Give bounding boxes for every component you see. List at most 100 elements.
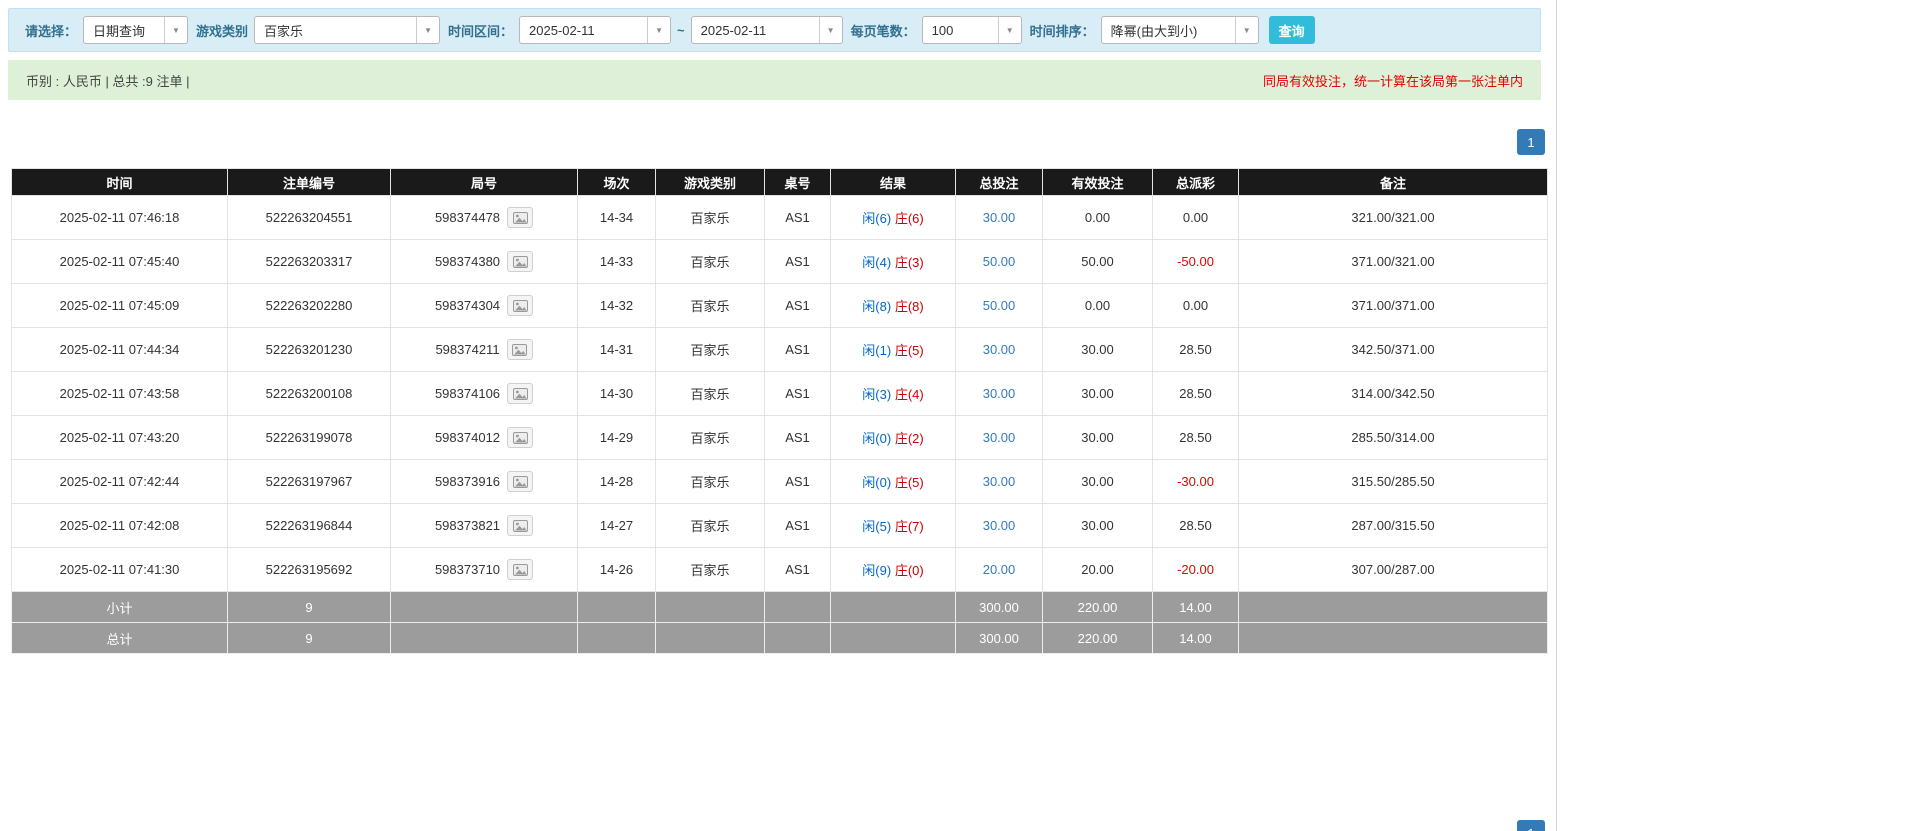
bet-records-table: 时间 注单编号 局号 场次 游戏类别 桌号 结果 总投注 有效投注 总派彩 备注 2025-02-1… [11, 168, 1548, 654]
column-header: 注单编号 [227, 168, 391, 196]
pagination-page-1-top[interactable]: 1 [1517, 129, 1545, 155]
view-round-result-button[interactable] [507, 251, 534, 272]
query-button[interactable]: 查询 [1268, 16, 1315, 44]
table-body: 2025-02-11 07:46:18 522263204551 598374478… [11, 195, 1548, 654]
game-record-image-icon [512, 475, 528, 488]
view-round-result-button[interactable] [507, 383, 534, 404]
column-header: 时间 [11, 168, 228, 196]
date-to-select[interactable]: 2025-02-11 ▼ [690, 16, 843, 44]
cell-result: 闲(9) 庄(0) [830, 547, 956, 592]
bet-record-row: 2025-02-11 07:45:09 522263202280 598374304… [11, 283, 1548, 328]
cell-round-id: 598374012 [390, 415, 578, 460]
cell-game-type: 百家乐 [655, 283, 765, 328]
total-bet-link[interactable]: 30.00 [983, 342, 1016, 357]
chevron-down-icon: ▼ [164, 17, 187, 43]
date-to-value: 2025-02-11 [700, 22, 767, 38]
game-type-select[interactable]: 百家乐 ▼ [254, 16, 441, 44]
pagination-page-1-bottom[interactable]: 1 [1517, 820, 1545, 831]
total-bet-link[interactable]: 30.00 [983, 210, 1016, 225]
result-banker: 庄(0) [894, 563, 924, 578]
cell-time: 2025-02-11 07:43:20 [11, 415, 228, 460]
per-page-select[interactable]: 100 ▼ [921, 16, 1022, 44]
footer-payout: 14.00 [1152, 622, 1239, 654]
cell-valid-bet: 30.00 [1042, 327, 1153, 372]
filter-bar: 请选择： 日期查询 ▼ 游戏类别 百家乐 ▼ 时间区间： 2025-02-11 … [8, 8, 1541, 52]
view-round-result-button[interactable] [507, 207, 534, 228]
cell-round-id: 598374106 [390, 371, 578, 416]
cell-table-no: AS1 [764, 195, 831, 240]
cell-payout: -30.00 [1152, 459, 1239, 504]
footer-total-bet: 300.00 [955, 622, 1043, 654]
cell-remark: 371.00/371.00 [1238, 283, 1548, 328]
cell-valid-bet: 50.00 [1042, 239, 1153, 284]
cell-valid-bet: 0.00 [1042, 283, 1153, 328]
cell-payout: 28.50 [1152, 371, 1239, 416]
view-round-result-button[interactable] [507, 427, 534, 448]
same-round-notice: 同局有效投注，统一计算在该局第一张注单内 [1262, 73, 1523, 89]
view-round-result-button[interactable] [507, 295, 534, 316]
cell-round-id: 598374211 [390, 327, 578, 372]
cell-table-no: AS1 [764, 327, 831, 372]
result-player: 闲(5) [862, 519, 892, 534]
cell-result: 闲(3) 庄(4) [830, 371, 956, 416]
cell-remark: 315.50/285.50 [1238, 459, 1548, 504]
cell-payout: 0.00 [1152, 195, 1239, 240]
total-bet-link[interactable]: 50.00 [983, 298, 1016, 313]
cell-payout: 28.50 [1152, 503, 1239, 548]
cell-time: 2025-02-11 07:45:40 [11, 239, 228, 284]
cell-valid-bet: 30.00 [1042, 503, 1153, 548]
total-bet-link[interactable]: 30.00 [983, 430, 1016, 445]
cell-session: 14-31 [577, 327, 656, 372]
cell-table-no: AS1 [764, 503, 831, 548]
cell-bet-id: 522263204551 [227, 195, 391, 240]
result-player: 闲(1) [862, 343, 892, 358]
result-player: 闲(3) [862, 387, 892, 402]
payout-value: 0.00 [1182, 298, 1209, 313]
column-header: 总派彩 [1152, 168, 1239, 196]
column-header: 桌号 [764, 168, 831, 196]
total-bet-link[interactable]: 30.00 [983, 474, 1016, 489]
game-record-image-icon [512, 387, 528, 400]
cell-table-no: AS1 [764, 459, 831, 504]
column-header: 结果 [830, 168, 956, 196]
view-round-result-button[interactable] [507, 559, 534, 580]
result-player: 闲(8) [862, 299, 892, 314]
cell-game-type: 百家乐 [655, 547, 765, 592]
cell-total-bet: 30.00 [955, 415, 1043, 460]
footer-payout: 14.00 [1152, 591, 1239, 623]
total-bet-link[interactable]: 30.00 [983, 386, 1016, 401]
cell-payout: 28.50 [1152, 327, 1239, 372]
total-bet-link[interactable]: 50.00 [983, 254, 1016, 269]
per-page-value: 100 [931, 22, 954, 38]
total-bet-link[interactable]: 30.00 [983, 518, 1016, 533]
cell-session: 14-27 [577, 503, 656, 548]
cell-table-no: AS1 [764, 283, 831, 328]
cell-payout: -50.00 [1152, 239, 1239, 284]
game-type-value: 百家乐 [264, 23, 304, 39]
cell-bet-id: 522263195692 [227, 547, 391, 592]
cell-total-bet: 30.00 [955, 327, 1043, 372]
query-type-select[interactable]: 日期查询 ▼ [83, 16, 189, 44]
query-type-label: 请选择： [25, 23, 78, 39]
view-round-result-button[interactable] [506, 339, 533, 360]
cell-payout: 0.00 [1152, 283, 1239, 328]
chevron-down-icon: ▼ [997, 17, 1021, 43]
view-round-result-button[interactable] [507, 515, 534, 536]
date-from-select[interactable]: 2025-02-11 ▼ [519, 16, 672, 44]
summary-bar: 币别 : 人民币 | 总共 :9 注单 | 同局有效投注，统一计算在该局第一张注… [8, 60, 1541, 100]
cell-table-no: AS1 [764, 415, 831, 460]
view-round-result-button[interactable] [507, 471, 534, 492]
game-record-image-icon [512, 211, 528, 224]
chevron-down-icon: ▼ [818, 17, 842, 43]
cell-total-bet: 20.00 [955, 547, 1043, 592]
payout-value: -20.00 [1177, 562, 1214, 577]
cell-result: 闲(0) 庄(2) [830, 415, 956, 460]
cell-session: 14-26 [577, 547, 656, 592]
cell-total-bet: 50.00 [955, 283, 1043, 328]
time-sort-select[interactable]: 降幂(由大到小) ▼ [1100, 16, 1259, 44]
result-banker: 庄(5) [894, 343, 924, 358]
total-bet-link[interactable]: 20.00 [983, 562, 1016, 577]
result-banker: 庄(3) [894, 255, 924, 270]
cell-table-no: AS1 [764, 547, 831, 592]
cell-payout: 28.50 [1152, 415, 1239, 460]
